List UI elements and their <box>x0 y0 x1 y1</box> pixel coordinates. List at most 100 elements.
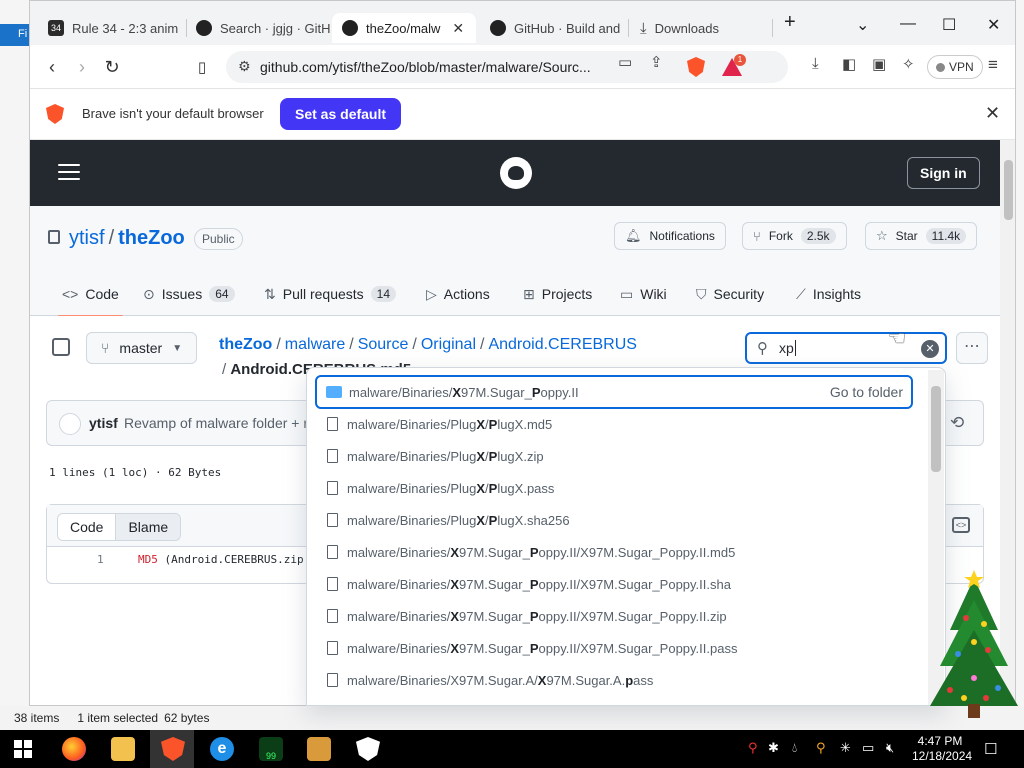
commit-message[interactable]: Revamp of malware folder + r <box>124 415 308 431</box>
tab-issues[interactable]: ⊙ Issues 64 <box>143 282 235 306</box>
tab-github-build[interactable]: GitHub · Build and <box>480 13 626 43</box>
notifications-icon[interactable]: ☐ <box>984 740 997 758</box>
forward-button[interactable]: › <box>70 55 94 79</box>
reload-button[interactable]: ↻ <box>100 55 124 79</box>
close-tab-icon[interactable]: ✕ <box>452 20 464 37</box>
tab-search-chevron-icon[interactable]: ⌄ <box>856 15 869 35</box>
back-button[interactable]: ‹ <box>40 55 64 79</box>
search-result[interactable]: malware/Binaries/X97M.Sugar.A/X97M.Sugar… <box>315 665 913 695</box>
clear-search-icon[interactable]: ✕ <box>921 340 939 358</box>
file-explorer-icon[interactable] <box>111 737 135 761</box>
location-tray-icon[interactable]: ⚲ <box>748 740 758 756</box>
breadcrumb-link[interactable]: Original <box>421 336 476 353</box>
search-result[interactable]: malware/Binaries/PlugX/PlugX.sha256 <box>315 505 913 535</box>
sign-in-button[interactable]: Sign in <box>907 157 980 189</box>
code-tab-button[interactable]: Code <box>58 514 117 540</box>
blame-tab-button[interactable]: Blame <box>116 514 181 540</box>
leo-ai-icon[interactable]: ✧ <box>902 55 915 73</box>
scrollbar-thumb[interactable] <box>1004 160 1013 220</box>
tab-label: Pull requests <box>282 286 364 302</box>
breadcrumb-link[interactable]: theZoo <box>219 336 272 353</box>
tab-rule34[interactable]: 34 Rule 34 - 2:3 anim <box>38 13 184 43</box>
avatar[interactable] <box>59 413 81 435</box>
close-window-button[interactable]: ✕ <box>987 15 1000 35</box>
brightness-tray-icon[interactable]: ✳ <box>840 740 851 756</box>
search-result[interactable]: malware/Binaries/PlugX/PlugX.zip <box>315 441 913 471</box>
close-infobar-icon[interactable]: ✕ <box>985 103 1000 124</box>
fork-button[interactable]: ⑂ Fork 2.5k <box>742 222 847 250</box>
search-result[interactable]: malware/Binaries/X97M.Sugar_Poppy.II/X97… <box>315 601 913 631</box>
file-icon <box>327 417 338 431</box>
tab-thezoo[interactable]: theZoo/malw ✕ <box>332 13 476 43</box>
star-button[interactable]: ☆ Star 11.4k <box>865 222 978 250</box>
tab-code[interactable]: <> Code <box>58 282 123 317</box>
sidebar-icon[interactable]: ◧ <box>842 55 856 73</box>
breadcrumb-link[interactable]: Source <box>358 336 409 353</box>
scrollbar-thumb[interactable] <box>931 386 941 472</box>
github-logo-icon[interactable] <box>500 157 532 189</box>
internet-explorer-icon[interactable]: e <box>210 737 234 761</box>
tab-projects[interactable]: ⊞ Projects <box>523 282 592 306</box>
system-clock[interactable]: 4:47 PM 12/18/2024 <box>912 734 973 764</box>
downloads-icon[interactable]: ⤓ <box>812 55 819 72</box>
maximize-button[interactable]: ☐ <box>942 15 956 35</box>
site-info-icon[interactable]: ⚙ <box>238 58 251 75</box>
tab-search-jgjg[interactable]: Search · jgjg · GitH <box>186 13 330 43</box>
firefox-icon[interactable] <box>62 737 86 761</box>
tab-actions[interactable]: ▷ Actions <box>426 282 490 306</box>
background-ribbon-tab[interactable]: Fi <box>0 24 30 46</box>
search-result[interactable]: malware/Binaries/X97M.Sugar_Poppy.II/X97… <box>315 633 913 663</box>
search-input-value[interactable]: xp <box>779 340 794 356</box>
tab-separator <box>772 19 773 37</box>
wallet-icon[interactable]: ▣ <box>872 55 886 73</box>
search-result[interactable]: malware/Binaries/PlugX/PlugX.pass <box>315 473 913 503</box>
cast-icon[interactable]: ▭ <box>618 53 632 71</box>
line-number[interactable]: 1 <box>97 553 104 566</box>
breadcrumb-link[interactable]: malware <box>285 336 345 353</box>
clock-date: 12/18/2024 <box>912 749 973 763</box>
breadcrumb-link[interactable]: Android.CEREBRUS <box>488 336 637 353</box>
search-result-folder[interactable]: malware/Binaries/X97M.Sugar_Poppy.II Go … <box>315 375 913 409</box>
volume-muted-icon[interactable]: 🔇︎ <box>886 740 894 756</box>
minimize-button[interactable]: — <box>900 15 916 33</box>
bookmark-icon[interactable]: ▯ <box>190 55 214 79</box>
network-tray-icon[interactable]: ▭ <box>862 740 874 756</box>
set-as-default-button[interactable]: Set as default <box>280 98 402 130</box>
search-result[interactable]: malware/Binaries/X97M.Sugar_Poppy.II/X97… <box>315 537 913 567</box>
tab-downloads[interactable]: ⤓ Downloads <box>630 13 770 43</box>
security-shield-icon[interactable] <box>356 737 380 761</box>
fork-count: 2.5k <box>800 228 836 244</box>
notifications-button[interactable]: 🔔︎ Notifications <box>614 222 726 250</box>
tab-wiki[interactable]: ▭ Wiki <box>620 282 667 306</box>
history-icon[interactable]: ⟲ <box>950 413 964 433</box>
tab-insights[interactable]: ⟋ Insights <box>796 282 861 306</box>
go-to-file-search[interactable]: ⚲ xp ✕ <box>745 332 947 364</box>
app-badge-icon[interactable]: 99 <box>259 737 283 761</box>
notifications-label: Notifications <box>649 229 715 243</box>
symbols-icon[interactable]: <> <box>952 517 970 533</box>
tab-pull-requests[interactable]: ⇅ Pull requests 14 <box>264 282 397 306</box>
tab-security[interactable]: ⛉ Security <box>696 282 764 306</box>
hamburger-menu-icon[interactable] <box>58 164 80 180</box>
vpn-button[interactable]: VPN <box>927 55 983 79</box>
menu-icon[interactable]: ≡ <box>988 55 998 75</box>
new-tab-button[interactable]: + <box>784 11 796 34</box>
media-player-icon[interactable] <box>307 737 331 761</box>
repo-name-link[interactable]: theZoo <box>118 227 185 249</box>
share-icon[interactable]: ⇪ <box>650 53 663 71</box>
branch-selector[interactable]: ⑂ master ▼ <box>86 332 198 364</box>
search-tray-icon[interactable]: ⚲ <box>816 740 826 756</box>
water-drop-tray-icon[interactable]: 💧︎ <box>792 740 797 756</box>
windows-start-icon[interactable] <box>14 740 32 758</box>
repo-title: ytisf / theZoo <box>69 227 185 249</box>
search-result[interactable]: malware/Binaries/PlugX/PlugX.md5 <box>315 409 913 439</box>
file-tree-toggle-icon[interactable] <box>52 338 70 356</box>
settings-tray-icon[interactable]: ✱ <box>768 740 779 756</box>
caret-down-icon: ▼ <box>172 342 183 354</box>
more-options-button[interactable]: ⋯ <box>956 332 988 364</box>
commit-author[interactable]: ytisf <box>89 415 118 431</box>
issues-count: 64 <box>209 286 235 302</box>
default-browser-infobar: Brave isn't your default browser Set as … <box>30 89 1015 140</box>
repo-owner-link[interactable]: ytisf <box>69 227 105 249</box>
search-result[interactable]: malware/Binaries/X97M.Sugar_Poppy.II/X97… <box>315 569 913 599</box>
